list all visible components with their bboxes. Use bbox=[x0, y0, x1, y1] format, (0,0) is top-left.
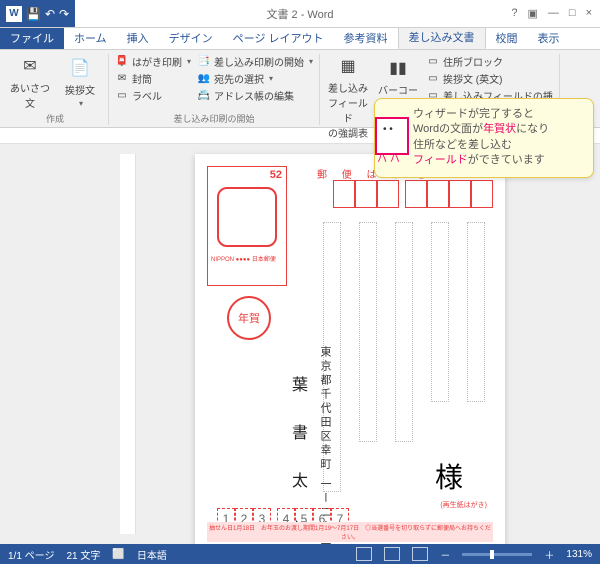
postcard-print-button[interactable]: 📮はがき印刷 bbox=[115, 54, 191, 69]
tab-references[interactable]: 参考資料 bbox=[334, 27, 398, 49]
tab-file[interactable]: ファイル bbox=[0, 27, 64, 49]
minimize-icon[interactable]: — bbox=[548, 7, 559, 20]
zoom-minus-icon[interactable]: － bbox=[440, 547, 450, 562]
restore-icon[interactable]: □ bbox=[569, 7, 576, 20]
document-page[interactable]: 年賀 郵 便 は が き 東京都千代田区幸町 一ー二ー三 葉 書 太 郎 様 (… bbox=[195, 154, 505, 544]
select-recipients-button[interactable]: 👥宛先の選択 bbox=[197, 71, 313, 86]
merge-start-icon: 📑 bbox=[197, 55, 211, 69]
tab-design[interactable]: デザイン bbox=[159, 27, 223, 49]
zip-code-boxes bbox=[333, 180, 493, 208]
greeting-text-button[interactable]: ✉あいさつ 文 bbox=[8, 54, 52, 110]
titlebar: W 💾 ↶ ↷ 文書 2 - Word ? ▣ — □ × bbox=[0, 0, 600, 28]
page-indicator[interactable]: 1/1 ページ bbox=[8, 547, 54, 562]
callout-line-4: フィールドができています bbox=[413, 153, 583, 168]
greeting-phrase-button[interactable]: 📄挨拶文 bbox=[58, 54, 102, 110]
lottery-note: 抽せん日1月18日 お年玉のお渡し期間1月19～7月17日 ◎当選番号を切り取ら… bbox=[207, 522, 493, 542]
tutorial-callout: ウィザードが完了すると Wordの文面が年賀状になり 住所などを差し込む フィー… bbox=[374, 98, 594, 178]
barcode-icon: ▮▮ bbox=[386, 56, 410, 80]
read-mode-icon[interactable] bbox=[356, 547, 372, 561]
group-label-create: 作成 bbox=[8, 112, 102, 125]
nenga-mark-icon: 年賀 bbox=[227, 296, 271, 340]
save-icon[interactable]: 💾 bbox=[26, 7, 41, 21]
close-icon[interactable]: × bbox=[586, 7, 592, 20]
greeting-icon: ✉ bbox=[18, 54, 42, 78]
zoom-percent[interactable]: 131% bbox=[566, 549, 592, 560]
web-layout-icon[interactable] bbox=[412, 547, 428, 561]
word-app-icon[interactable]: W bbox=[6, 6, 22, 22]
zoom-slider[interactable] bbox=[462, 553, 532, 556]
callout-line-1: ウィザードが完了すると bbox=[413, 107, 583, 122]
proofing-icon[interactable]: ⬜ bbox=[112, 549, 124, 560]
tab-home[interactable]: ホーム bbox=[64, 27, 117, 49]
ribbon-tabs: ファイル ホーム 挿入 デザイン ページ レイアウト 参考資料 差し込み文書 校… bbox=[0, 28, 600, 50]
honorific-sama: 様 bbox=[435, 456, 463, 496]
print-layout-icon[interactable] bbox=[384, 547, 400, 561]
recycled-paper-label: (再生紙はがき) bbox=[440, 500, 487, 510]
phrase-icon: 📄 bbox=[68, 56, 92, 80]
vertical-ruler[interactable] bbox=[120, 154, 136, 534]
language-indicator[interactable]: 日本語 bbox=[137, 547, 167, 562]
envelope-button[interactable]: ✉封筒 bbox=[115, 71, 191, 86]
addressbook-icon: 📇 bbox=[197, 89, 211, 103]
merge-fields-area bbox=[323, 222, 485, 492]
greeting-en-icon: ▭ bbox=[426, 72, 440, 86]
tab-review[interactable]: 校閲 bbox=[486, 27, 528, 49]
stamp-area bbox=[207, 166, 287, 286]
redo-icon[interactable]: ↷ bbox=[59, 7, 69, 21]
group-label-start-merge: 差し込み印刷の開始 bbox=[115, 112, 313, 125]
zoom-plus-icon[interactable]: ＋ bbox=[544, 547, 554, 562]
recipients-icon: 👥 bbox=[197, 72, 211, 86]
callout-line-3: 住所などを差し込む bbox=[413, 138, 583, 153]
help-icon[interactable]: ? bbox=[511, 7, 517, 20]
highlight-fields-button[interactable]: ▦差し込みフィールド の強調表示 bbox=[326, 54, 370, 155]
label-icon: ▭ bbox=[115, 89, 129, 103]
envelope-icon: ✉ bbox=[115, 72, 129, 86]
label-button[interactable]: ▭ラベル bbox=[115, 88, 191, 103]
status-bar: 1/1 ページ 21 文字 ⬜ 日本語 － ＋ 131% bbox=[0, 544, 600, 564]
document-area[interactable]: 年賀 郵 便 は が き 東京都千代田区幸町 一ー二ー三 葉 書 太 郎 様 (… bbox=[0, 144, 600, 544]
postcard-icon: 📮 bbox=[115, 55, 129, 69]
tab-layout[interactable]: ページ レイアウト bbox=[223, 27, 334, 49]
tab-mailings[interactable]: 差し込み文書 bbox=[398, 25, 486, 49]
undo-icon[interactable]: ↶ bbox=[45, 7, 55, 21]
word-count[interactable]: 21 文字 bbox=[66, 547, 100, 562]
tab-view[interactable]: 表示 bbox=[528, 27, 570, 49]
edit-addressbook-button[interactable]: 📇アドレス帳の編集 bbox=[197, 88, 313, 103]
start-merge-button[interactable]: 📑差し込み印刷の開始 bbox=[197, 54, 313, 69]
address-icon: ▭ bbox=[426, 55, 440, 69]
tab-insert[interactable]: 挿入 bbox=[117, 27, 159, 49]
quick-access-toolbar: W 💾 ↶ ↷ bbox=[0, 0, 75, 27]
ribbon-toggle-icon[interactable]: ▣ bbox=[528, 7, 538, 20]
address-block-button[interactable]: ▭住所ブロック bbox=[426, 54, 553, 69]
greeting-line-button[interactable]: ▭挨拶文 (英文) bbox=[426, 71, 553, 86]
window-title: 文書 2 - Word bbox=[266, 6, 333, 22]
callout-line-2: Wordの文面が年賀状になり bbox=[413, 122, 583, 137]
highlight-icon: ▦ bbox=[336, 54, 360, 78]
ribbon: ✉あいさつ 文 📄挨拶文 作成 📮はがき印刷 ✉封筒 ▭ラベル 📑差し込み印刷の… bbox=[0, 50, 600, 128]
